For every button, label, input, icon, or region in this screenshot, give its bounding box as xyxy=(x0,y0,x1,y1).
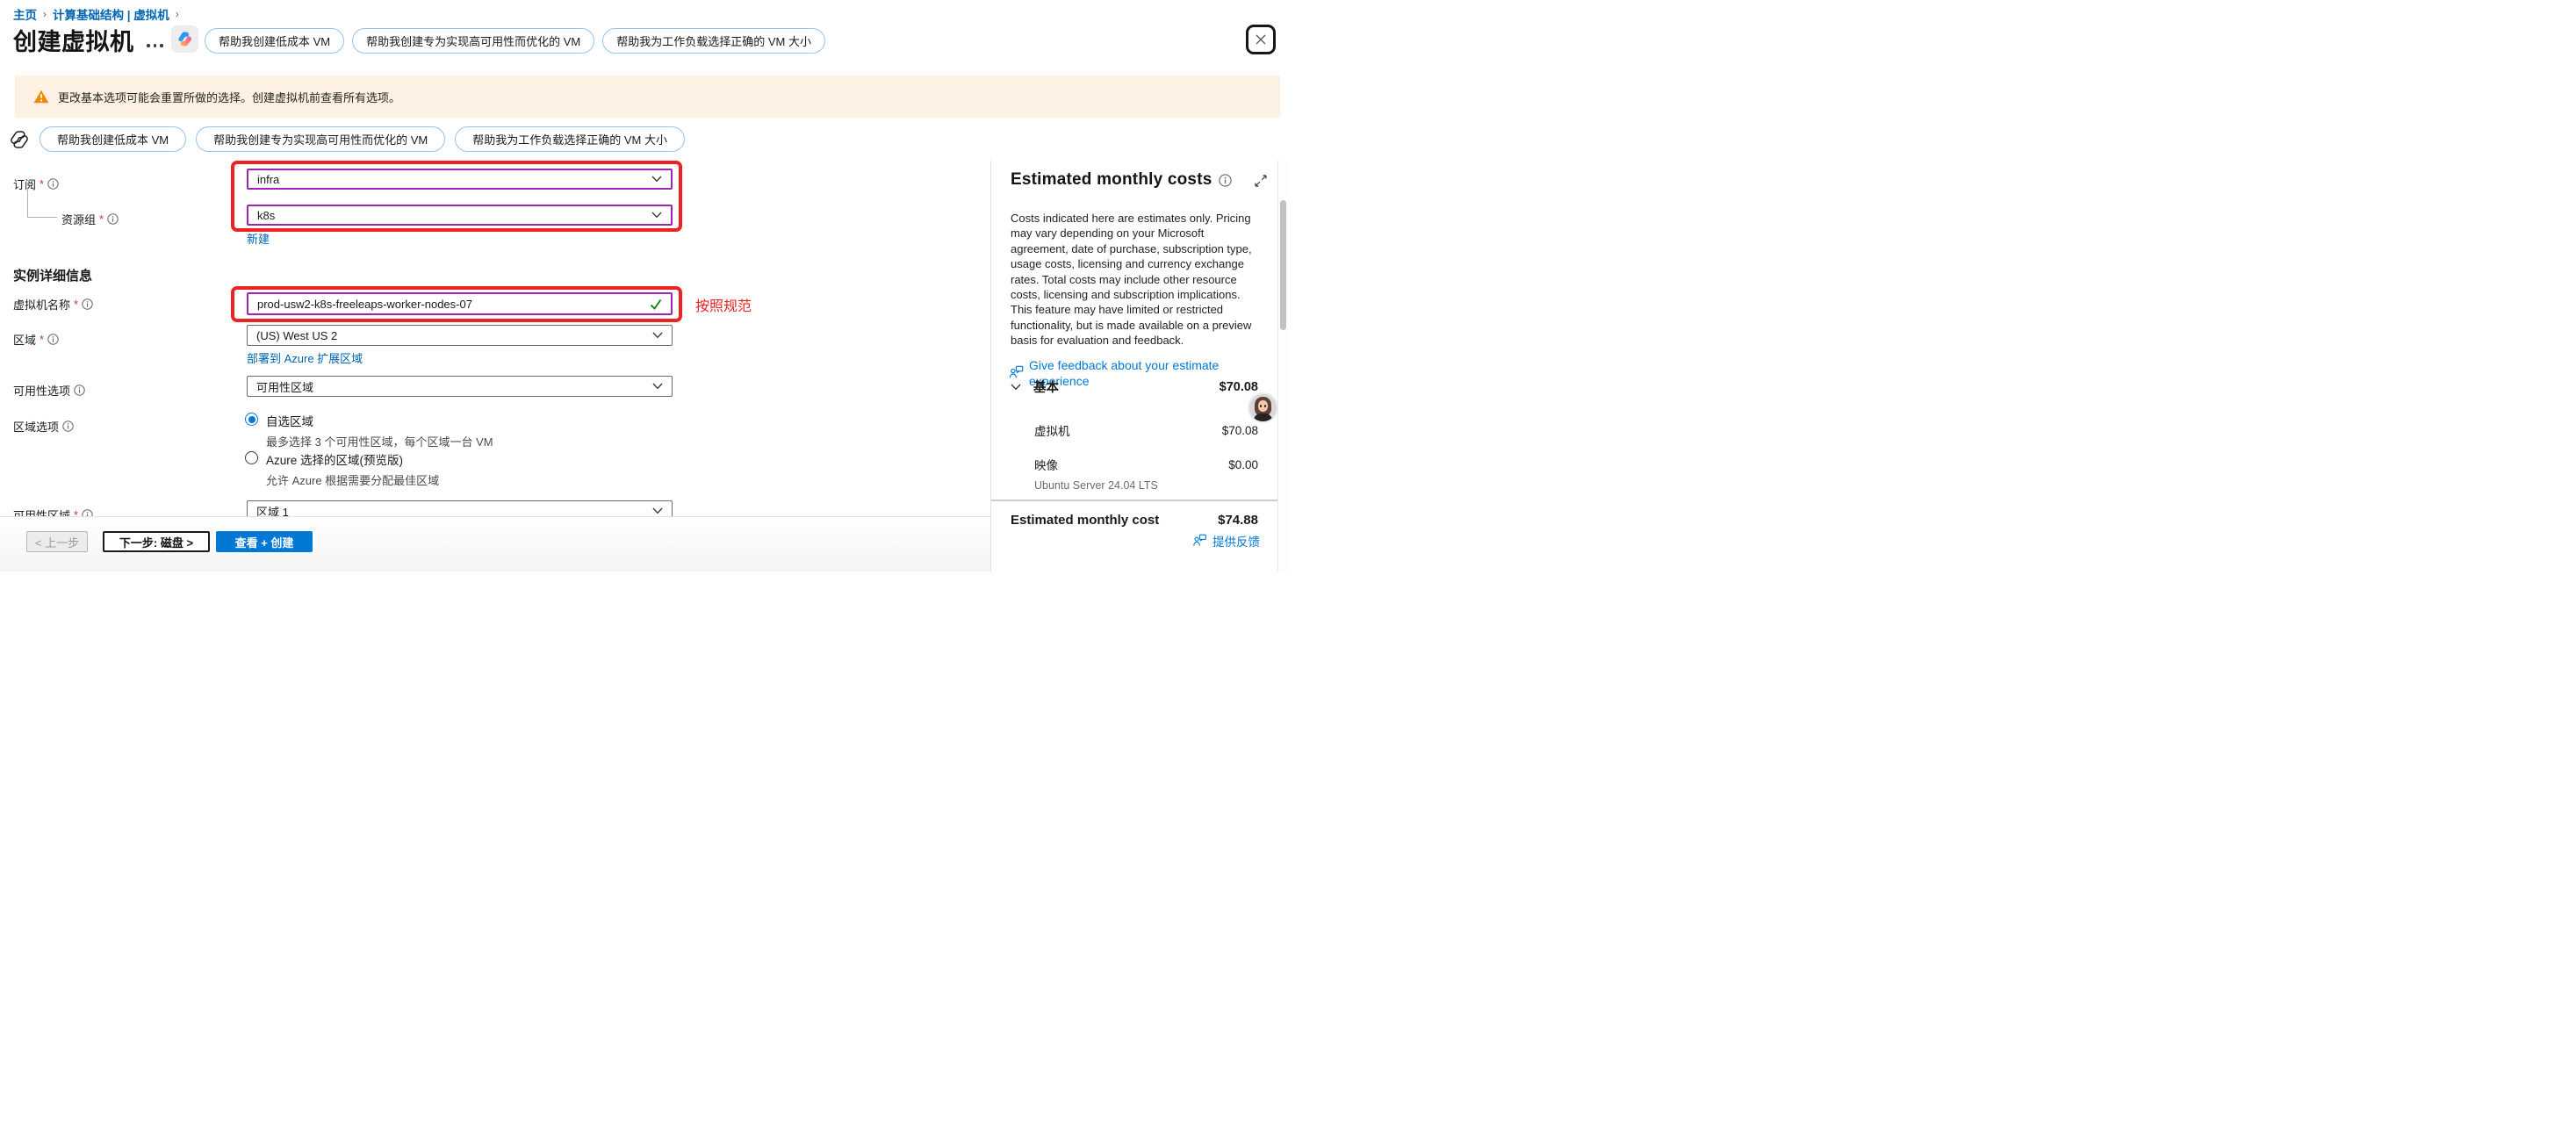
review-create-button[interactable]: 查看 + 创建 xyxy=(216,531,313,552)
feedback-icon xyxy=(1192,534,1207,548)
breadcrumb-home[interactable]: 主页 xyxy=(13,5,37,23)
warning-icon xyxy=(33,90,49,104)
close-icon xyxy=(1254,32,1268,47)
deploy-extended-zones-link[interactable]: 部署到 Azure 扩展区域 xyxy=(247,349,363,366)
assist-right-vm-size-button[interactable]: 帮助我为工作负载选择正确的 VM 大小 xyxy=(602,28,825,54)
give-feedback-link[interactable]: 提供反馈 xyxy=(1192,532,1260,550)
checkmark-icon xyxy=(650,298,662,310)
chevron-down-icon xyxy=(651,212,662,219)
assist-high-availability-vm-button[interactable]: 帮助我创建专为实现高可用性而优化的 VM xyxy=(352,28,594,54)
estimated-costs-panel: Estimated monthly costs Costs indicated … xyxy=(990,161,1277,572)
radio-selected-icon xyxy=(245,413,258,426)
chevron-down-icon xyxy=(652,332,663,339)
assist-low-cost-vm-button[interactable]: 帮助我创建低成本 VM xyxy=(205,28,344,54)
costs-panel-title: Estimated monthly costs xyxy=(1011,170,1212,190)
copilot-outline-icon xyxy=(9,129,30,150)
annotation-text: 按照规范 xyxy=(695,294,752,315)
radio-self-select-zones[interactable]: 自选区域 最多选择 3 个可用性区域，每个区域一台 VM xyxy=(245,412,493,449)
availability-options-dropdown[interactable]: 可用性区域 xyxy=(247,376,673,397)
chevron-down-icon xyxy=(652,383,663,390)
cost-item-image: 映像 $0.00 xyxy=(991,456,1277,473)
subscription-label: 订阅* xyxy=(13,176,59,192)
toolbar-assist-buttons: 帮助我创建低成本 VM 帮助我创建专为实现高可用性而优化的 VM 帮助我为工作负… xyxy=(9,126,685,152)
vm-name-label: 虚拟机名称* xyxy=(13,296,93,313)
previous-step-button[interactable]: < 上一步 xyxy=(26,531,88,552)
create-new-resource-group-link[interactable]: 新建 xyxy=(247,230,270,247)
warning-banner: 更改基本选项可能会重置所做的选择。创建虚拟机前查看所有选项。 xyxy=(15,75,1280,118)
instance-details-heading: 实例详细信息 xyxy=(13,266,92,284)
estimated-monthly-cost-row: Estimated monthly cost $74.88 xyxy=(991,513,1277,528)
copilot-button[interactable] xyxy=(171,25,198,53)
cost-item-virtual-machine: 虚拟机 $70.08 xyxy=(991,421,1277,439)
tree-connector xyxy=(27,190,28,217)
warning-banner-text: 更改基本选项可能会重置所做的选择。创建虚拟机前查看所有选项。 xyxy=(58,89,400,105)
tree-connector xyxy=(27,217,57,218)
info-icon[interactable] xyxy=(47,178,59,190)
info-icon[interactable] xyxy=(82,298,93,310)
zone-options-label: 区域选项 xyxy=(13,418,74,435)
radio-unselected-icon xyxy=(245,451,258,464)
region-dropdown[interactable]: (US) West US 2 xyxy=(247,325,673,346)
availability-options-label: 可用性选项 xyxy=(13,382,85,399)
info-icon[interactable] xyxy=(107,213,119,225)
create-vm-page: 主页 › 计算基础结构 | 虚拟机 › 创建虚拟机 帮助我创建低成本 VM 帮助… xyxy=(0,0,1288,572)
wizard-footer: < 上一步 下一步: 磁盘 > 查看 + 创建 xyxy=(0,516,990,572)
page-title: 创建虚拟机 xyxy=(13,23,134,57)
breadcrumb: 主页 › 计算基础结构 | 虚拟机 › xyxy=(13,5,179,23)
info-icon[interactable] xyxy=(47,334,59,345)
resource-group-dropdown[interactable]: k8s xyxy=(247,205,673,226)
header-assist-buttons: 帮助我创建低成本 VM 帮助我创建专为实现高可用性而优化的 VM 帮助我为工作负… xyxy=(205,28,825,54)
chevron-down-icon xyxy=(651,176,662,183)
assistant-avatar[interactable] xyxy=(1248,392,1278,423)
collapse-panel-icon[interactable] xyxy=(1255,175,1267,187)
more-options-icon[interactable] xyxy=(147,44,166,49)
assist-low-cost-vm-button[interactable]: 帮助我创建低成本 VM xyxy=(40,126,186,152)
breadcrumb-virtual-machines[interactable]: 计算基础结构 | 虚拟机 xyxy=(53,5,169,23)
resource-group-label: 资源组* xyxy=(61,211,119,227)
image-name-note: Ubuntu Server 24.04 LTS xyxy=(1034,479,1158,492)
info-icon[interactable] xyxy=(1219,174,1232,187)
chevron-right-icon: › xyxy=(43,8,47,20)
chevron-down-icon xyxy=(652,507,663,514)
info-icon[interactable] xyxy=(74,385,85,396)
region-label: 区域* xyxy=(13,331,59,348)
scrollbar-thumb[interactable] xyxy=(1280,200,1286,330)
chevron-down-icon xyxy=(1011,384,1021,391)
subscription-dropdown[interactable]: infra xyxy=(247,169,673,190)
cost-group-basic[interactable]: 基本 $70.08 xyxy=(991,377,1277,396)
close-button[interactable] xyxy=(1246,25,1276,54)
assist-high-availability-vm-button[interactable]: 帮助我创建专为实现高可用性而优化的 VM xyxy=(196,126,445,152)
vm-name-input[interactable]: prod-usw2-k8s-freeleaps-worker-nodes-07 xyxy=(247,292,673,315)
assist-right-vm-size-button[interactable]: 帮助我为工作负载选择正确的 VM 大小 xyxy=(455,126,685,152)
copilot-icon xyxy=(176,31,193,47)
chevron-right-icon: › xyxy=(176,8,179,20)
info-icon[interactable] xyxy=(62,421,74,432)
radio-azure-selected-zones[interactable]: Azure 选择的区域(预览版) 允许 Azure 根据需要分配最佳区域 xyxy=(245,450,439,488)
next-step-disks-button[interactable]: 下一步: 磁盘 > xyxy=(103,531,210,552)
divider xyxy=(991,500,1277,501)
costs-disclaimer-text: Costs indicated here are estimates only.… xyxy=(1011,211,1253,349)
